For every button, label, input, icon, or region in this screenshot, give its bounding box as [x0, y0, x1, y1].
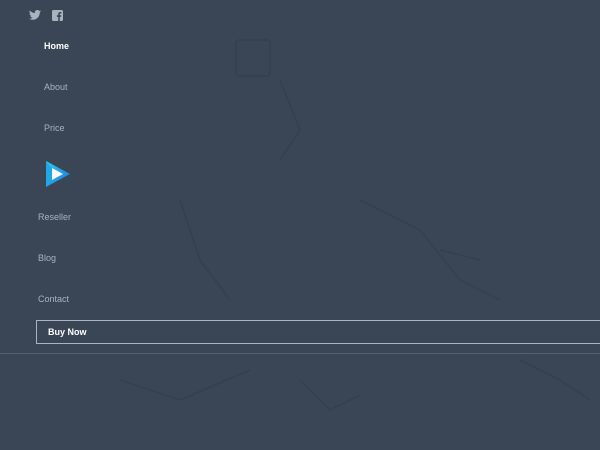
- page: Home About Price Reseller Blog Contact B…: [0, 0, 600, 450]
- nav-item-blog[interactable]: Blog: [38, 253, 56, 264]
- nav-item-home[interactable]: Home: [44, 41, 69, 52]
- play-logo-icon[interactable]: [43, 159, 73, 189]
- divider: [0, 353, 600, 354]
- nav-item-reseller[interactable]: Reseller: [38, 212, 71, 223]
- nav-item-price[interactable]: Price: [44, 123, 65, 134]
- social-links: [29, 9, 63, 21]
- buy-now-button[interactable]: Buy Now: [36, 320, 600, 344]
- nav-item-contact[interactable]: Contact: [38, 294, 69, 305]
- facebook-icon[interactable]: [51, 9, 63, 21]
- nav-item-about[interactable]: About: [44, 82, 68, 93]
- twitter-icon[interactable]: [29, 9, 41, 21]
- background-pattern: [119, 39, 591, 412]
